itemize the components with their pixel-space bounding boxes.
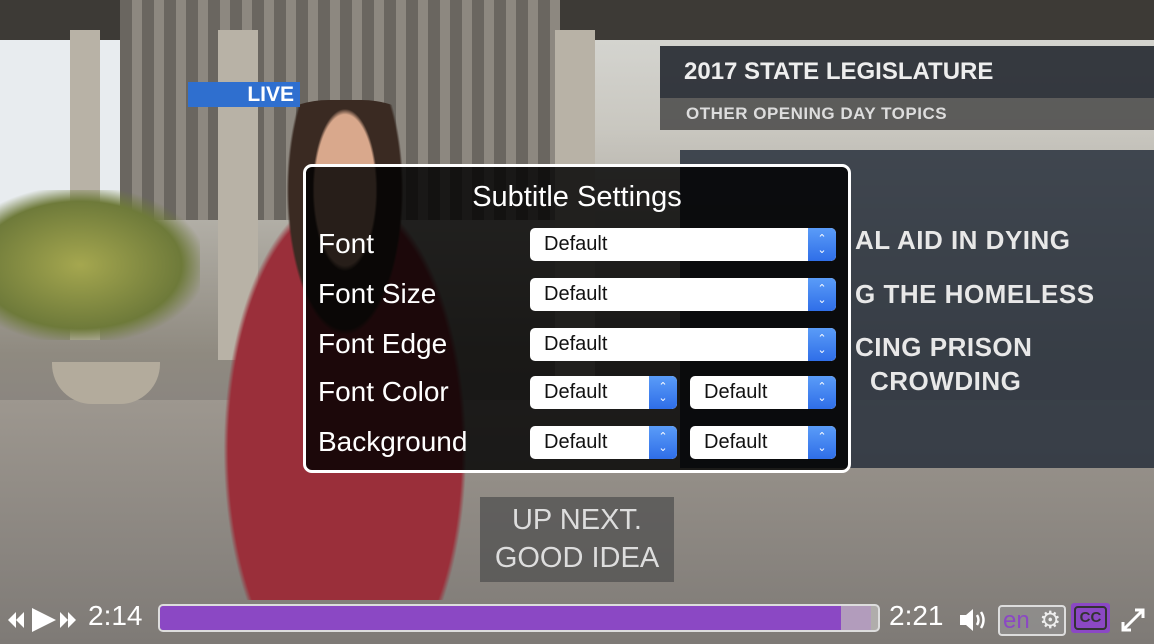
select-value: Default — [544, 431, 608, 453]
font-select[interactable]: Default ⌃ ⌄ — [530, 228, 836, 261]
live-badge: LIVE — [188, 82, 300, 107]
headline: G THE HOMELESS — [855, 279, 1095, 309]
font-color-label: Font Color — [318, 376, 449, 407]
language-label: en — [1003, 607, 1030, 634]
headline: CROWDING — [870, 366, 1022, 396]
caption-line: UP NEXT. — [511, 504, 642, 536]
fullscreen-icon[interactable] — [1118, 605, 1148, 635]
font-color-select[interactable]: Default ⌃ ⌄ — [530, 376, 677, 409]
font-edge-select[interactable]: Default ⌃ ⌄ — [530, 328, 836, 361]
subtitle-caption: UP NEXT. GOOD IDEA — [480, 497, 674, 582]
select-arrows-icon: ⌃ ⌄ — [808, 328, 836, 361]
seek-bar[interactable] — [158, 604, 880, 632]
rewind-play-forward-group — [8, 608, 76, 632]
fast-forward-icon[interactable] — [60, 612, 76, 628]
graphic-title: 2017 STATE LEGISLATURE — [684, 58, 994, 85]
select-value: Default — [544, 381, 608, 403]
select-arrows-icon: ⌃ ⌄ — [808, 278, 836, 311]
subtitle-language-button[interactable]: en ⚙ — [998, 605, 1066, 636]
background-color-select[interactable]: Default ⌃ ⌄ — [530, 426, 677, 459]
background-opacity-select[interactable]: Default ⌃ ⌄ — [690, 426, 836, 459]
background-label: Background — [318, 426, 468, 457]
select-value: Default — [544, 333, 608, 355]
duration: 2:21 — [889, 600, 944, 631]
font-label: Font — [318, 228, 375, 259]
closed-captions-icon: CC — [1074, 606, 1107, 630]
planter — [52, 362, 160, 404]
current-time: 2:14 — [88, 600, 143, 631]
gear-icon[interactable]: ⚙ — [1039, 607, 1061, 634]
select-value: Default — [544, 283, 608, 305]
graphic-subtitle: OTHER OPENING DAY TOPICS — [686, 104, 948, 123]
dialog-title: Subtitle Settings — [472, 181, 682, 213]
font-size-select[interactable]: Default ⌃ ⌄ — [530, 278, 836, 311]
select-value: Default — [544, 233, 608, 255]
volume-icon[interactable] — [958, 606, 992, 634]
headline: CING PRISON — [855, 332, 1033, 362]
select-arrows-icon: ⌃ ⌄ — [808, 376, 836, 409]
font-edge-label: Font Edge — [318, 328, 448, 359]
progress-fill — [160, 606, 841, 630]
play-icon[interactable] — [32, 608, 56, 632]
rewind-icon[interactable] — [8, 612, 24, 628]
select-value: Default — [704, 381, 768, 403]
select-arrows-icon: ⌃ ⌄ — [649, 426, 677, 459]
tree — [0, 190, 200, 340]
caption-line: GOOD IDEA — [494, 542, 660, 574]
headline: AL AID IN DYING — [855, 225, 1071, 255]
font-size-label: Font Size — [318, 278, 437, 309]
select-arrows-icon: ⌃ ⌄ — [649, 376, 677, 409]
select-arrows-icon: ⌃ ⌄ — [808, 228, 836, 261]
player-controls: 2:14 2:21 en ⚙ CC — [0, 597, 1154, 644]
select-arrows-icon: ⌃ ⌄ — [808, 426, 836, 459]
closed-captions-button[interactable]: CC — [1071, 603, 1110, 633]
subtitle-settings-dialog: Subtitle Settings Font Default ⌃ ⌄ Font Si… — [303, 164, 851, 473]
font-opacity-select[interactable]: Default ⌃ ⌄ — [690, 376, 836, 409]
select-value: Default — [704, 431, 768, 453]
